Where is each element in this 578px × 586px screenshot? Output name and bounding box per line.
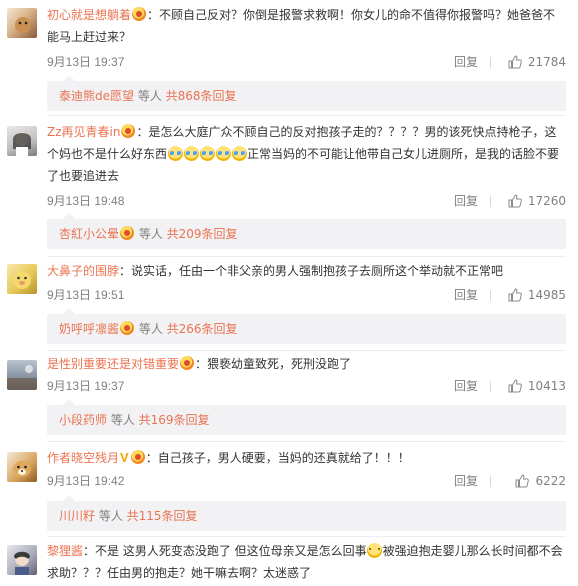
avatar[interactable] (7, 8, 37, 38)
verified-v-icon: V (120, 450, 129, 465)
reply-summary[interactable]: 小段药师 等人 共169条回复 (47, 399, 566, 435)
divider (490, 196, 491, 207)
reply-middle: 等人 (95, 509, 127, 523)
divider (47, 441, 566, 442)
comment-text: 是性别重要还是对错重要 ：猥亵幼童致死，死刑没跑了 (47, 353, 566, 375)
reply-count-link[interactable]: 共209条回复 (167, 227, 238, 241)
username[interactable]: Zz再见青春in (47, 125, 120, 139)
reply-user[interactable]: 泰迪熊de愿望 (59, 89, 134, 103)
divider (490, 290, 491, 301)
like-button[interactable]: 21784 (508, 53, 566, 71)
reply-summary[interactable]: 川川籽 等人 共115条回复 (47, 495, 566, 531)
like-button[interactable]: 6222 (515, 472, 566, 490)
thumbs-up-icon (508, 288, 522, 302)
like-count: 10413 (527, 379, 566, 393)
comment-text: Zz再见青春in ：是怎么大庭广众不顾自己的反对抱孩子走的？？？？男的该死快点持枪… (47, 121, 566, 187)
reply-middle: 等人 (107, 413, 139, 427)
divider (47, 536, 566, 537)
member-badge-icon (120, 321, 135, 335)
crying-face-emoji (231, 146, 247, 161)
crying-face-emoji (183, 146, 199, 161)
username[interactable]: 初心就是想躺着 (47, 8, 131, 22)
like-count: 14985 (527, 288, 566, 302)
reply-middle: 等人 (135, 227, 167, 241)
timestamp: 9月13日 19:51 (47, 288, 125, 302)
reply-summary[interactable]: 杏紅小公晕 等人 共209条回复 (47, 213, 566, 249)
comment-body: ：说实话，任由一个非父亲的男人强制抱孩子去厕所这个举动就不正常吧 (119, 264, 504, 278)
avatar[interactable] (7, 545, 37, 575)
comment-text: 大鼻子的围脖：说实话，任由一个非父亲的男人强制抱孩子去厕所这个举动就不正常吧 (47, 260, 566, 282)
divider (490, 381, 491, 392)
divider (490, 476, 491, 487)
member-badge-icon (132, 7, 147, 21)
reply-user[interactable]: 奶呼呼凛酱 (59, 322, 119, 336)
member-badge-icon (130, 450, 145, 464)
username[interactable]: 黎狸酱 (47, 544, 83, 558)
like-count: 17260 (527, 194, 566, 208)
reply-user[interactable]: 小段药师 (59, 413, 107, 427)
like-button[interactable]: 10413 (508, 377, 566, 395)
thinking-face-emoji (367, 543, 383, 558)
comment-body: ：猥亵幼童致死，死刑没跑了 (195, 357, 352, 371)
crying-face-emoji (215, 146, 231, 161)
member-badge-icon (180, 356, 195, 370)
timestamp: 9月13日 19:48 (47, 194, 125, 208)
username[interactable]: 大鼻子的围脖 (47, 264, 119, 278)
like-count: 6222 (535, 474, 566, 488)
avatar[interactable] (7, 360, 37, 390)
reply-button[interactable]: 回复 (454, 192, 478, 210)
reply-button[interactable]: 回复 (454, 286, 478, 304)
like-button[interactable]: 14985 (508, 286, 566, 304)
like-button[interactable]: 17260 (508, 192, 566, 210)
reply-middle: 等人 (134, 89, 166, 103)
comment-text: 黎狸酱：不是 这男人死变态没跑了 但这位母亲又是怎么回事 被强迫抱走婴儿那么长时间… (47, 540, 566, 584)
reply-user[interactable]: 川川籽 (59, 509, 95, 523)
thumbs-up-icon (508, 379, 522, 393)
reply-count-link[interactable]: 共169条回复 (139, 413, 210, 427)
divider (490, 57, 491, 68)
comment-text: 作者晓空残月V ：自己孩子，男人硬要，当妈的还真就给了！！！ (47, 447, 566, 469)
thumbs-up-icon (508, 55, 522, 69)
divider (47, 115, 566, 116)
crying-face-emoji (167, 146, 183, 161)
divider (47, 350, 566, 351)
avatar[interactable] (7, 264, 37, 294)
timestamp: 9月13日 19:37 (47, 379, 125, 393)
timestamp: 9月13日 19:37 (47, 55, 125, 69)
reply-count-link[interactable]: 共115条回复 (127, 509, 198, 523)
thumbs-up-icon (508, 194, 522, 208)
reply-middle: 等人 (135, 322, 167, 336)
divider (47, 256, 566, 257)
reply-summary[interactable]: 奶呼呼凛酱 等人 共266条回复 (47, 308, 566, 344)
like-count: 21784 (527, 55, 566, 69)
member-badge-icon (121, 124, 136, 138)
thumbs-up-icon (515, 474, 530, 488)
reply-button[interactable]: 回复 (454, 472, 478, 490)
reply-count-link[interactable]: 共266条回复 (167, 322, 238, 336)
avatar[interactable] (7, 126, 37, 156)
member-badge-icon (120, 226, 135, 240)
reply-button[interactable]: 回复 (454, 53, 478, 71)
username[interactable]: 是性别重要还是对错重要 (47, 357, 179, 371)
comment-text: 初心就是想躺着 ：不顾自己反对？你倒是报警求救啊！你女儿的命不值得你报警吗？她爸爸… (47, 4, 566, 48)
comment-body: ：不是 这男人死变态没跑了 但这位母亲又是怎么回事 (83, 544, 367, 558)
timestamp: 9月13日 19:42 (47, 474, 125, 488)
comment-body: ：自己孩子，男人硬要，当妈的还真就给了！！！ (145, 451, 410, 465)
reply-user[interactable]: 杏紅小公晕 (59, 227, 119, 241)
crying-face-emoji (199, 146, 215, 161)
reply-count-link[interactable]: 共868条回复 (166, 89, 237, 103)
reply-summary[interactable]: 泰迪熊de愿望 等人 共868条回复 (47, 75, 566, 111)
username[interactable]: 作者晓空残月 (47, 451, 119, 465)
reply-button[interactable]: 回复 (454, 377, 478, 395)
avatar[interactable] (7, 452, 37, 482)
